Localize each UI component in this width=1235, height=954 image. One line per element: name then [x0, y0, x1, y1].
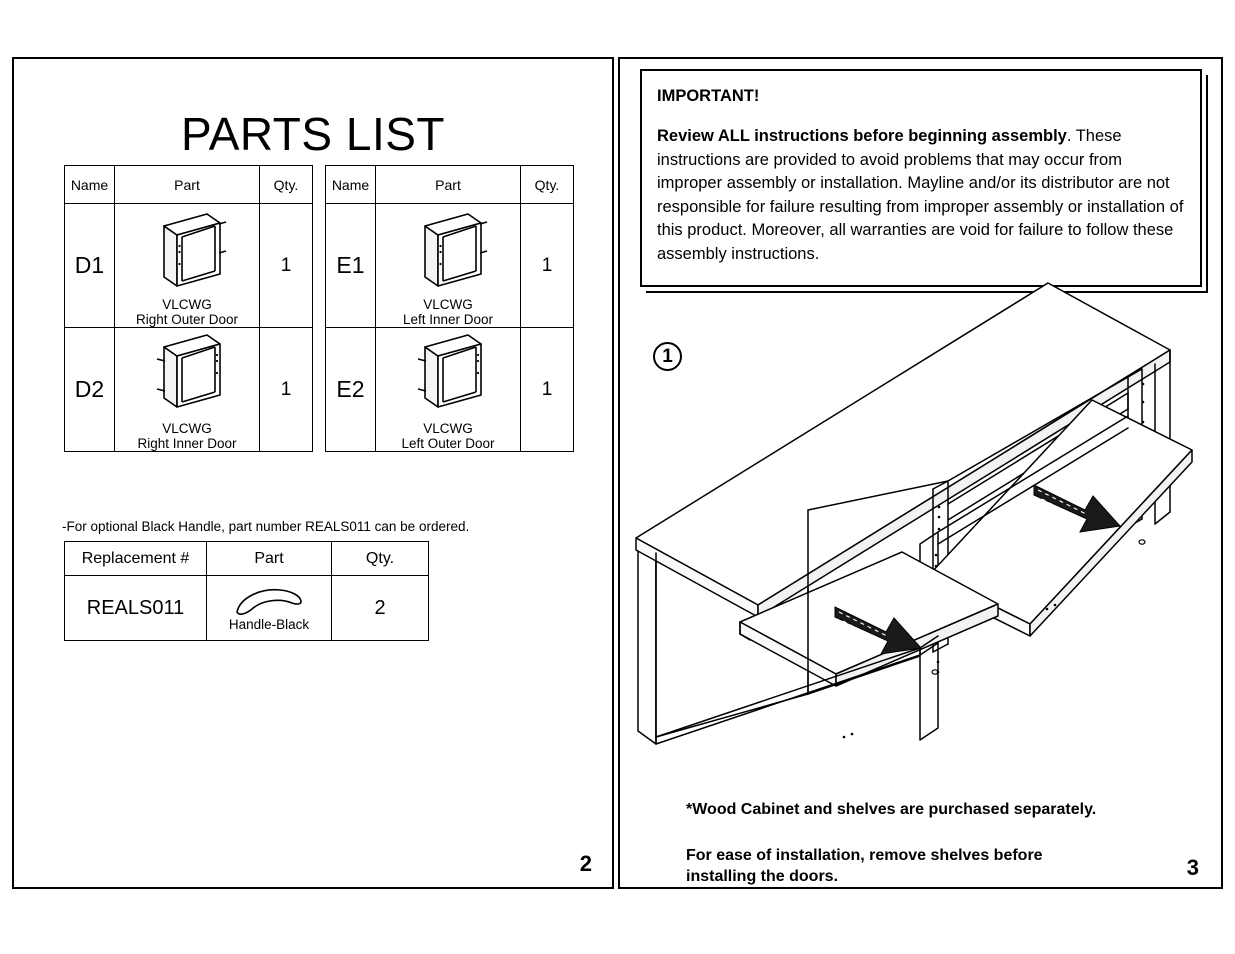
part-caption-e2: VLCWG Left Outer Door [376, 421, 520, 451]
part-cell-d1: VLCWG Right Outer Door [114, 203, 260, 328]
handle-curve-icon [236, 588, 302, 615]
table-row: D2 VLCWG Right Inner Door 1 [64, 327, 313, 452]
part-code: VLCWG [162, 297, 212, 312]
table-header-row: Name Part Qty. [325, 165, 574, 204]
column-header-part: Part [375, 165, 521, 204]
footer-note-purchase: *Wood Cabinet and shelves are purchased … [686, 801, 1097, 818]
part-desc: Left Outer Door [401, 436, 495, 451]
part-code: VLCWG [162, 421, 212, 436]
column-header-name: Name [64, 165, 115, 204]
part-qty-e1: 1 [520, 203, 574, 328]
parts-table-d: Name Part Qty. D1 VLCWG Right Outer Door… [64, 165, 313, 452]
part-desc: Right Outer Door [135, 312, 239, 327]
column-header-replacement: Replacement # [64, 541, 207, 576]
wood-cabinet-illustration [635, 282, 1193, 745]
door-panel-icon [417, 334, 482, 408]
handle-note: -For optional Black Handle, part number … [62, 519, 470, 534]
handle-caption: Handle-Black [228, 616, 310, 632]
part-code: VLCWG [423, 421, 473, 436]
handle-part-cell: Handle-Black [206, 575, 332, 641]
part-name-d1: D1 [64, 203, 115, 328]
page-left: PARTS LIST Name Part Qty. D1 VLCWG Right… [12, 57, 614, 889]
column-header-name: Name [325, 165, 376, 204]
part-code: VLCWG [423, 297, 473, 312]
table-row: D1 VLCWG Right Outer Door 1 [64, 203, 313, 328]
column-header-part: Part [206, 541, 332, 576]
handle-replacement-table: Replacement # Part Qty. REALS011 Handle-… [64, 541, 429, 641]
part-name-e2: E2 [325, 327, 376, 452]
part-desc: Left Inner Door [402, 312, 494, 327]
part-caption-d2: VLCWG Right Inner Door [115, 421, 259, 451]
part-qty-e2: 1 [520, 327, 574, 452]
table-row: E1 VLCWG Left Inner Door 1 [325, 203, 574, 328]
important-lead: Review ALL instructions before beginning… [657, 127, 1067, 145]
page-number-left: 2 [579, 851, 592, 876]
part-cell-d2: VLCWG Right Inner Door [114, 327, 260, 452]
page-right: IMPORTANT! Review ALL instructions befor… [618, 57, 1223, 889]
column-header-part: Part [114, 165, 260, 204]
footer-note-install-text: For ease of installation, remove shelves… [686, 847, 1043, 885]
column-header-qty: Qty. [331, 541, 429, 576]
part-qty-d2: 1 [259, 327, 313, 452]
parts-table-e: Name Part Qty. E1 VLCWG Left Inner Door … [325, 165, 574, 452]
door-panel-icon [424, 213, 488, 287]
replacement-number: REALS011 [64, 575, 207, 641]
handle-qty: 2 [331, 575, 429, 641]
part-cell-e2: VLCWG Left Outer Door [375, 327, 521, 452]
important-heading: IMPORTANT! [657, 87, 760, 105]
column-header-qty: Qty. [520, 165, 574, 204]
part-caption-d1: VLCWG Right Outer Door [115, 297, 259, 327]
part-caption-e1: VLCWG Left Inner Door [376, 297, 520, 327]
part-desc: Right Inner Door [137, 436, 237, 451]
part-name-d2: D2 [64, 327, 115, 452]
table-header-row: Name Part Qty. [64, 165, 313, 204]
door-panel-icon [156, 334, 221, 408]
important-rest: . These instructions are provided to avo… [657, 127, 1184, 263]
part-qty-d1: 1 [259, 203, 313, 328]
part-cell-e1: VLCWG Left Inner Door [375, 203, 521, 328]
important-notice-box: IMPORTANT! Review ALL instructions befor… [640, 69, 1202, 287]
part-name-e1: E1 [325, 203, 376, 328]
column-header-qty: Qty. [259, 165, 313, 204]
door-panel-icon [163, 213, 227, 287]
table-row: E2 VLCWG Left Outer Door 1 [325, 327, 574, 452]
page-title: PARTS LIST [180, 108, 446, 160]
footer-note-install: For ease of installation, remove shelves… [686, 845, 1106, 887]
page-number-right: 3 [1186, 855, 1199, 880]
table-row: REALS011 Handle-Black 2 [64, 575, 429, 641]
table-header-row: Replacement # Part Qty. [64, 541, 429, 576]
important-body: Review ALL instructions before beginning… [657, 125, 1184, 266]
